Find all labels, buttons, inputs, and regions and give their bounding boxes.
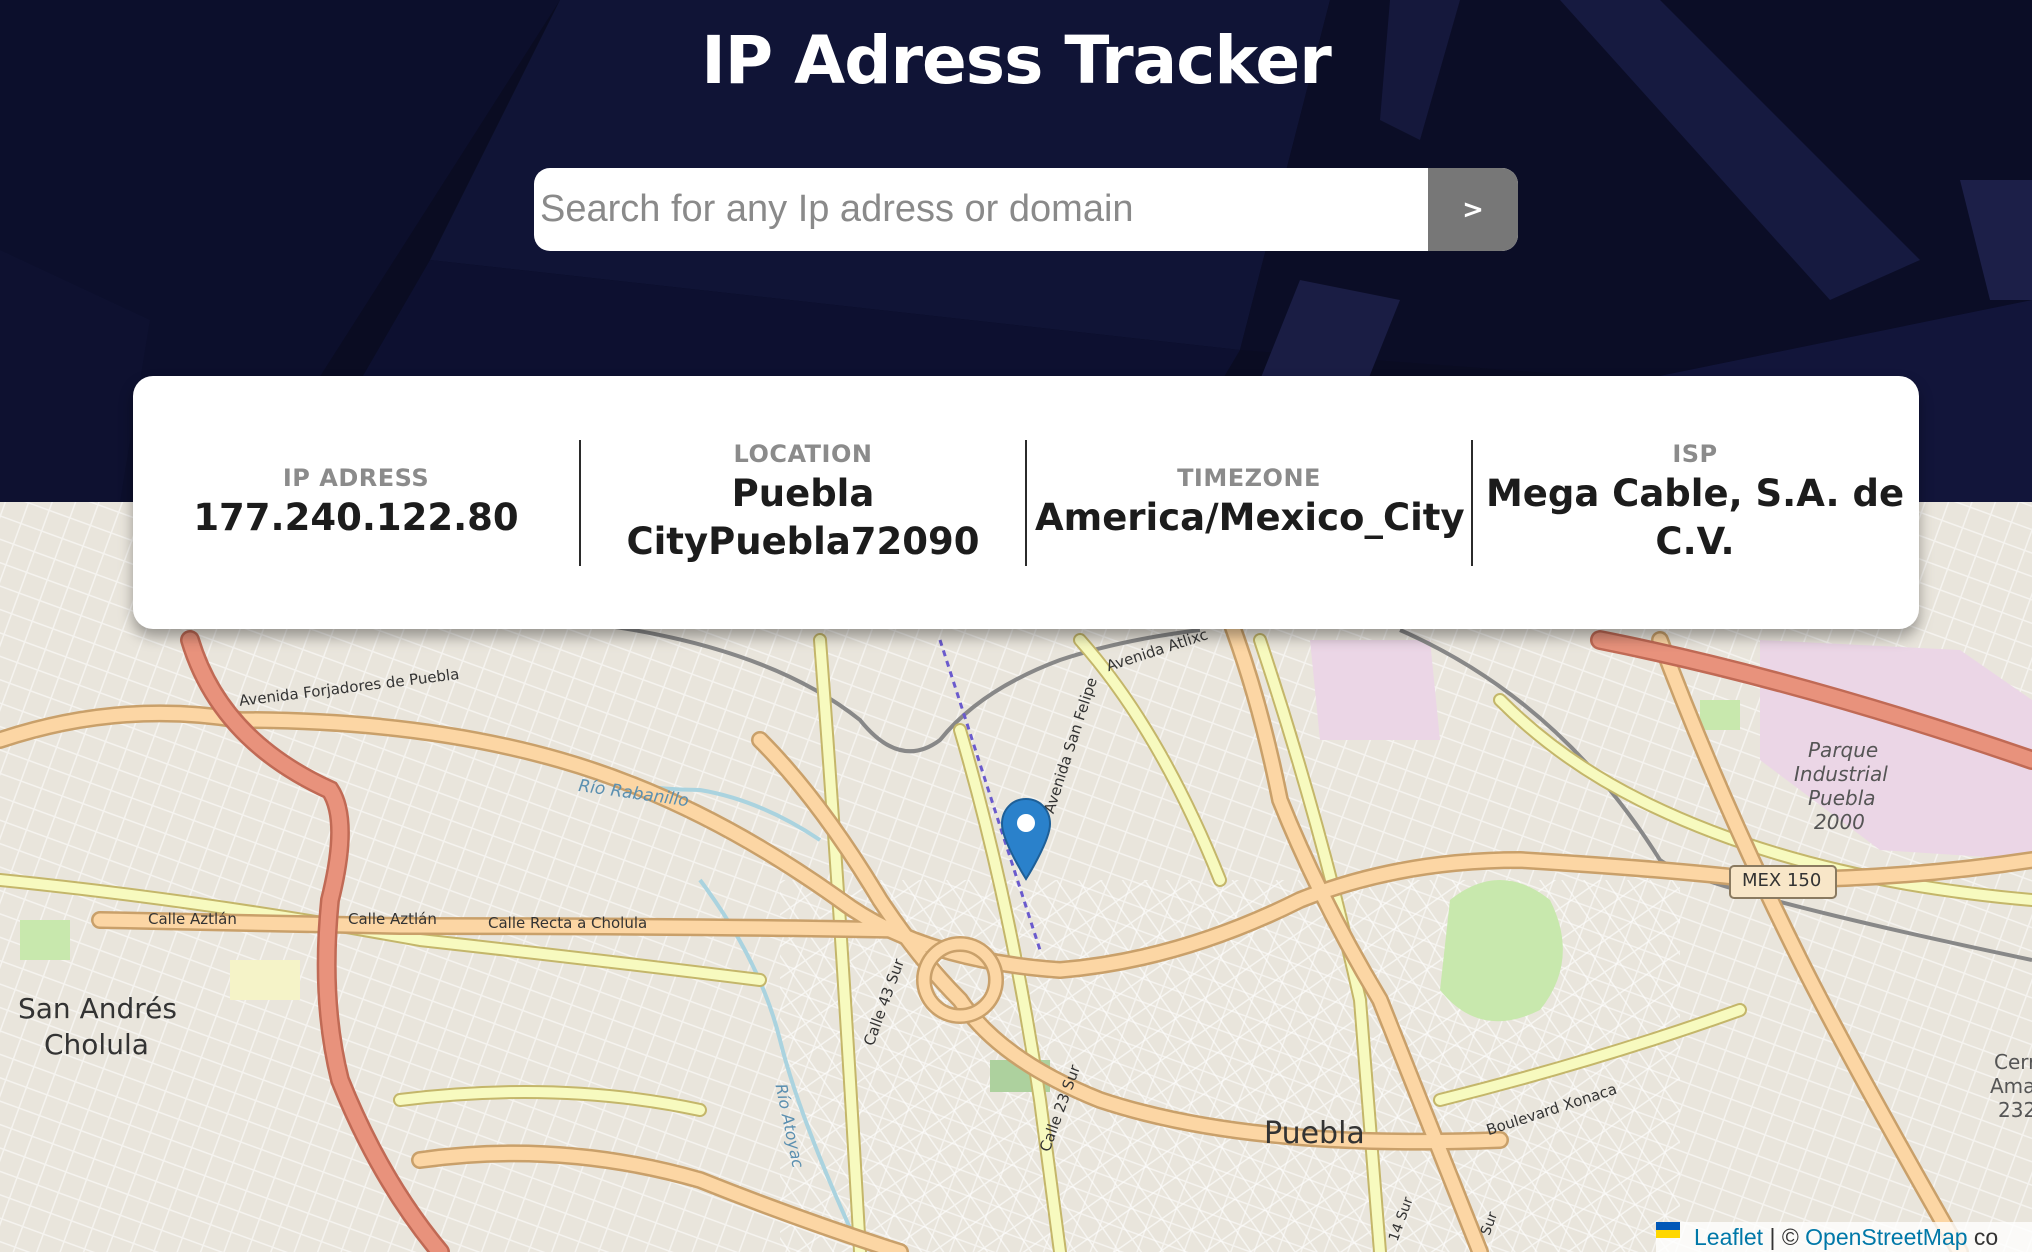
info-timezone: TIMEZONE America/Mexico_City [1025, 439, 1471, 566]
map-place-label: San Andrés [18, 992, 177, 1025]
leaflet-link[interactable]: Leaflet [1694, 1224, 1763, 1250]
page-title: IP Adress Tracker [701, 22, 1332, 99]
map-place-label: Cerr [1994, 1050, 2032, 1074]
location-marker-icon[interactable] [1000, 797, 1052, 885]
map-place-label: 232 [1998, 1098, 2032, 1122]
attribution-separator: | © [1763, 1224, 1806, 1250]
map-place-label: Puebla [1264, 1116, 1365, 1151]
ukraine-flag-icon [1656, 1222, 1688, 1246]
info-label: ISP [1672, 439, 1718, 468]
attribution-suffix: co [1967, 1224, 1999, 1250]
map-road-label: MEX 150 [1742, 870, 1822, 891]
map-road-label: Calle Recta a Cholula [488, 914, 648, 932]
map-place-label: Puebla [1808, 786, 1876, 810]
info-value: America/Mexico_City [1035, 495, 1465, 539]
info-location: LOCATION Puebla CityPuebla72090 [579, 439, 1025, 566]
map-place-label: Parque [1808, 738, 1879, 762]
search-submit-button[interactable]: > [1428, 168, 1518, 251]
search-bar: > [534, 168, 1518, 251]
info-label: IP ADRESS [282, 463, 430, 492]
map-road-label: Calle Aztlán [148, 910, 237, 928]
map-attribution: Leaflet | © OpenStreetMap co [1656, 1222, 2032, 1252]
map-place-label: Ama [1990, 1074, 2032, 1098]
search-input[interactable] [534, 168, 1428, 251]
map-place-label: Cholula [44, 1028, 149, 1061]
info-ip-address: IP ADRESS 177.240.122.80 [133, 440, 579, 566]
ip-info-card: IP ADRESS 177.240.122.80 LOCATION Puebla… [133, 376, 1919, 629]
info-label: TIMEZONE [1177, 463, 1321, 492]
info-label: LOCATION [733, 439, 873, 468]
info-value: Mega Cable, S.A. de C.V. [1485, 471, 1905, 563]
info-isp: ISP Mega Cable, S.A. de C.V. [1471, 439, 1917, 566]
map-place-label: Industrial [1794, 762, 1888, 786]
openstreetmap-link[interactable]: OpenStreetMap [1805, 1224, 1967, 1250]
info-value: Puebla CityPuebla72090 [626, 471, 980, 563]
map-road-label: Calle Aztlán [348, 910, 437, 928]
info-value: 177.240.122.80 [193, 495, 519, 539]
map-place-label: 2000 [1814, 810, 1865, 834]
